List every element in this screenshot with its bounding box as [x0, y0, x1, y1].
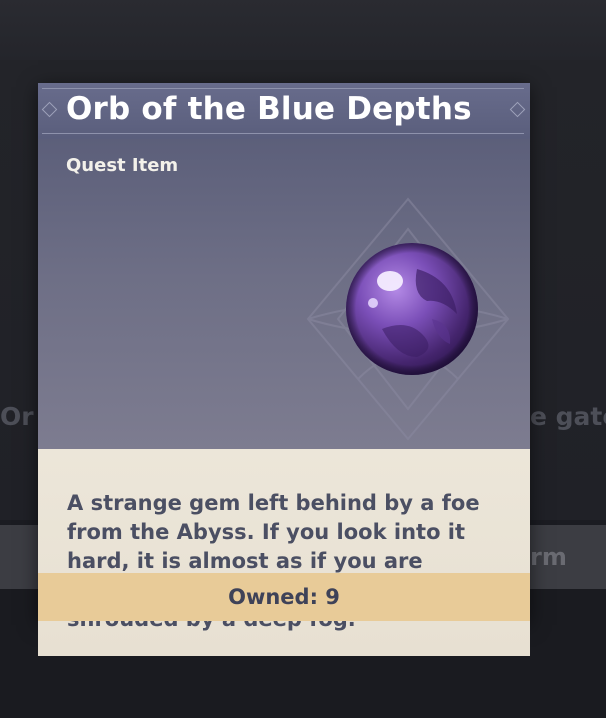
- background-top: [0, 0, 606, 60]
- purple-orb-icon: [346, 243, 478, 375]
- item-description-panel: A strange gem left behind by a foe from …: [38, 449, 530, 656]
- owned-count-bar: Owned: 9: [38, 573, 530, 621]
- background-text-left: Or: [0, 402, 34, 431]
- tooltip-header: Orb of the Blue Depths: [38, 83, 530, 139]
- item-type: Quest Item: [66, 155, 179, 176]
- background-button-text: rm: [530, 543, 567, 571]
- item-art-panel: Quest Item: [38, 139, 530, 449]
- item-title: Orb of the Blue Depths: [66, 91, 472, 127]
- owned-count: Owned: 9: [228, 585, 340, 609]
- item-tooltip-card: Orb of the Blue Depths Quest Item A stra…: [38, 83, 530, 656]
- background-text-right: e gate: [530, 402, 606, 431]
